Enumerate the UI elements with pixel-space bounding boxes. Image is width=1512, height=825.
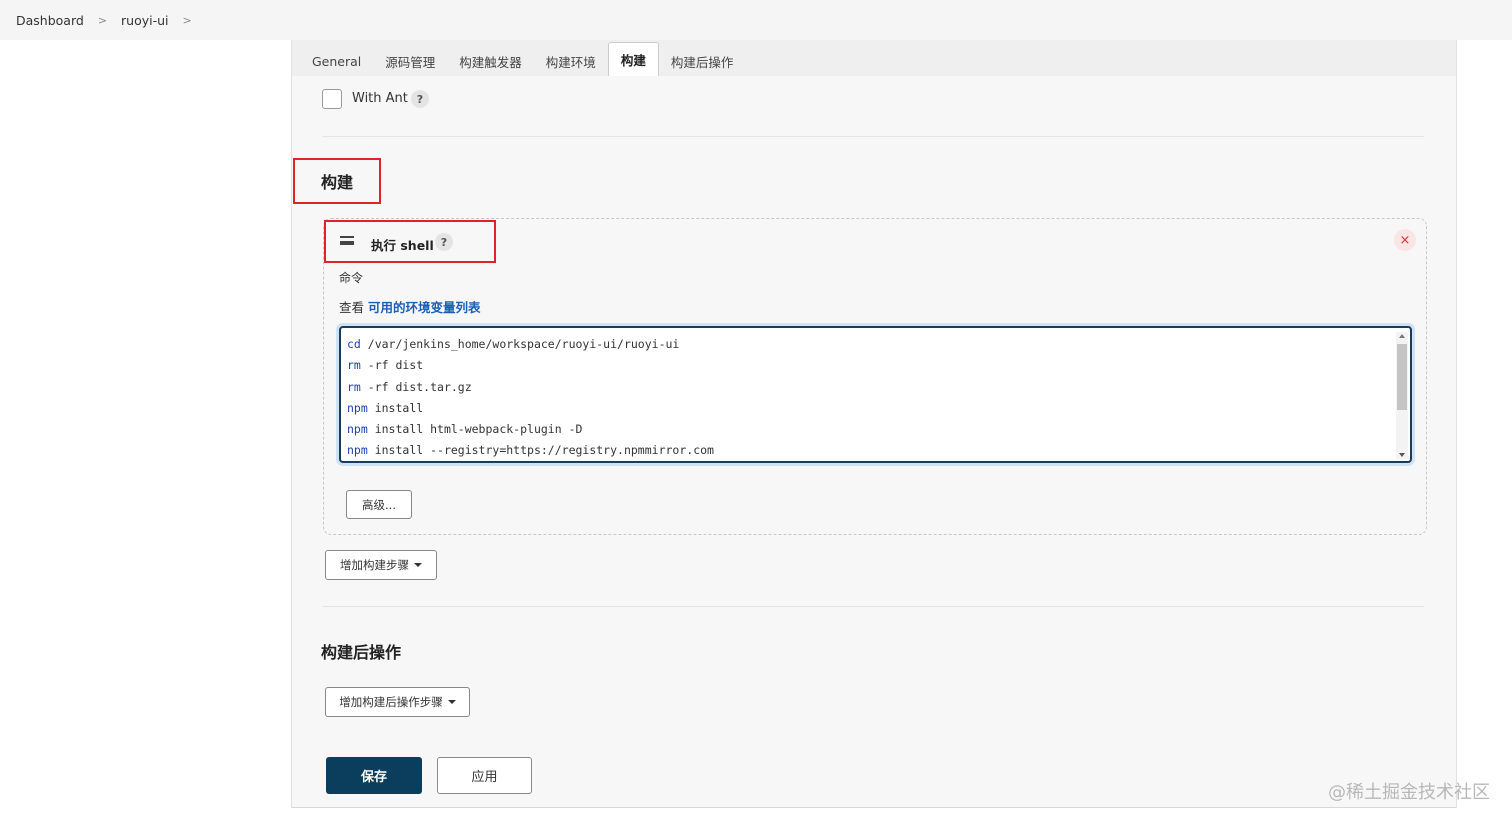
save-button[interactable]: 保存 — [326, 757, 422, 794]
command-label: 命令 — [339, 271, 364, 285]
scroll-thumb[interactable] — [1397, 344, 1407, 410]
code-line: npm install --registry=https://registry.… — [347, 443, 714, 458]
env-vars-prefix: 查看 — [339, 300, 368, 315]
chevron-right-icon[interactable]: > — [183, 14, 192, 27]
code-line: npm install — [347, 400, 424, 415]
env-vars-link[interactable]: 可用的环境变量列表 — [368, 300, 481, 315]
with-ant-label: With Ant — [352, 91, 408, 106]
code-line: rm -rf dist — [347, 358, 424, 373]
env-vars-line: 查看 可用的环境变量列表 — [339, 297, 481, 316]
divider — [322, 606, 1424, 607]
breadcrumb: Dashboard > ruoyi-ui > — [0, 0, 1512, 40]
code-line: npm install html-webpack-plugin -D — [347, 422, 583, 437]
advanced-button[interactable]: 高级... — [346, 490, 412, 519]
add-build-step-button[interactable]: 增加构建步骤 — [325, 550, 437, 580]
code-line: rm -rf dist.tar.gz — [347, 379, 472, 394]
tab-general[interactable]: General — [300, 46, 373, 76]
scroll-down-icon[interactable] — [1399, 453, 1405, 457]
add-post-build-step-button[interactable]: 增加构建后操作步骤 — [325, 687, 470, 717]
scroll-up-icon[interactable] — [1399, 334, 1405, 338]
caret-down-icon — [447, 700, 456, 704]
breadcrumb-dashboard[interactable]: Dashboard — [16, 13, 84, 28]
post-build-section-title: 构建后操作 — [321, 643, 402, 662]
command-editor[interactable]: cd /var/jenkins_home/workspace/ruoyi-ui/… — [339, 326, 1412, 463]
caret-down-icon — [414, 563, 422, 567]
tab-build-environment[interactable]: 构建环境 — [534, 46, 608, 76]
apply-button[interactable]: 应用 — [437, 757, 532, 794]
code-line: cd /var/jenkins_home/workspace/ruoyi-ui/… — [347, 337, 680, 351]
command-code[interactable]: cd /var/jenkins_home/workspace/ruoyi-ui/… — [347, 334, 714, 461]
build-step-card: 执行 shell ? × 命令 查看 可用的环境变量列表 cd /var/jen… — [323, 218, 1427, 535]
config-panel: General 源码管理 构建触发器 构建环境 构建 构建后操作 With An… — [291, 40, 1457, 808]
tab-post-build[interactable]: 构建后操作 — [659, 46, 746, 76]
close-icon[interactable]: × — [1394, 229, 1416, 251]
tab-build[interactable]: 构建 — [607, 42, 659, 76]
divider — [322, 136, 1424, 137]
add-build-step-label: 增加构建步骤 — [340, 558, 409, 572]
tab-source-code[interactable]: 源码管理 — [373, 46, 447, 76]
breadcrumb-job[interactable]: ruoyi-ui — [121, 13, 169, 28]
with-ant-checkbox[interactable] — [322, 89, 342, 109]
build-section-title: 构建 — [321, 173, 354, 192]
chevron-right-icon: > — [97, 13, 108, 27]
help-icon[interactable]: ? — [411, 90, 429, 108]
config-tabs: General 源码管理 构建触发器 构建环境 构建 构建后操作 — [292, 40, 1456, 76]
watermark: @稀土掘金技术社区 — [1328, 782, 1490, 803]
highlight-box — [324, 220, 496, 263]
tab-build-triggers[interactable]: 构建触发器 — [447, 46, 534, 76]
editor-scrollbar[interactable] — [1396, 332, 1408, 459]
add-post-build-step-label: 增加构建后操作步骤 — [339, 695, 443, 709]
